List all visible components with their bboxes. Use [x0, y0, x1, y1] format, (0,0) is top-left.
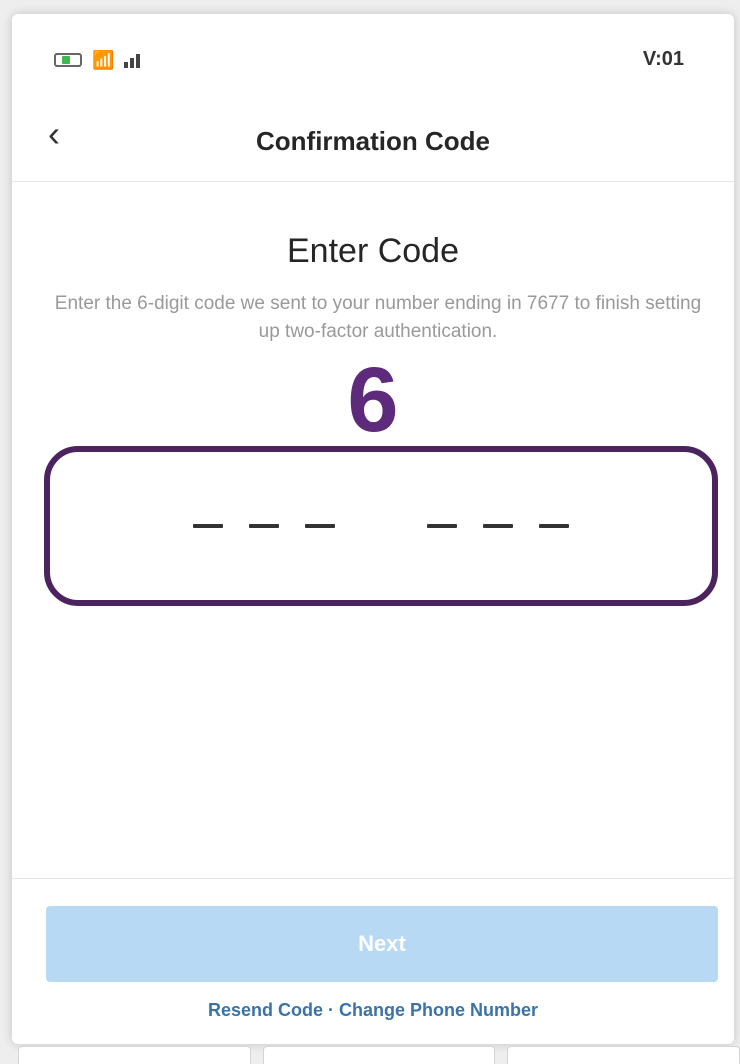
- keyboard-key: [262, 1046, 496, 1064]
- code-digit-slot-5: [483, 524, 513, 528]
- code-digit-slot-6: [539, 524, 569, 528]
- step-number-annotation: 6: [347, 349, 399, 451]
- code-input-field[interactable]: [44, 446, 718, 606]
- code-digit-slot-2: [249, 524, 279, 528]
- footer-links: Resend Code · Change Phone Number: [12, 1000, 734, 1021]
- status-time: V:01: [642, 48, 684, 70]
- phone-screen: 📶 V:01 ‹ Confirmation Code Enter Code En…: [12, 14, 734, 1044]
- wifi-icon: 📶: [92, 50, 115, 70]
- page-title: Confirmation Code: [256, 126, 490, 156]
- nav-bar: ‹ Confirmation Code: [12, 94, 734, 182]
- footer-divider: [12, 878, 734, 879]
- status-bar: 📶 V:01: [12, 14, 734, 94]
- enter-code-heading: Enter Code: [287, 232, 459, 270]
- link-separator: ·: [323, 1000, 339, 1020]
- battery-icon: [54, 53, 82, 67]
- instructions-text: Enter the 6-digit code we sent to your n…: [54, 293, 702, 342]
- keyboard-top-edge: [18, 1046, 740, 1064]
- code-digit-placeholders: [50, 524, 712, 528]
- status-icons: 📶: [54, 50, 141, 70]
- resend-code-link[interactable]: Resend Code: [208, 1000, 323, 1020]
- keyboard-key: [507, 1046, 740, 1064]
- code-digit-slot-1: [193, 524, 223, 528]
- next-button[interactable]: Next: [46, 906, 718, 982]
- code-digit-slot-3: [305, 524, 335, 528]
- code-digit-slot-4: [427, 524, 457, 528]
- change-phone-number-link[interactable]: Change Phone Number: [339, 1000, 538, 1020]
- battery-level: [62, 56, 70, 64]
- keyboard-key: [18, 1046, 251, 1064]
- signal-icon: [124, 52, 141, 68]
